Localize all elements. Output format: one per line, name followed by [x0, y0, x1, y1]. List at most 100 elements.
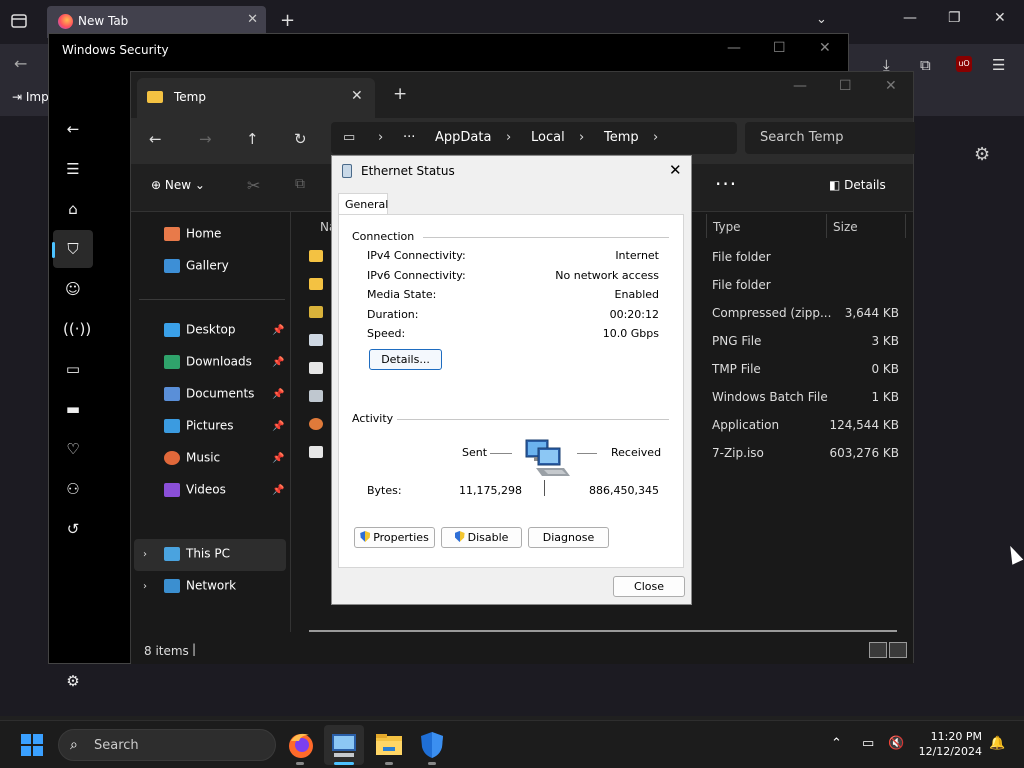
- sidebar-item-videos[interactable]: Videos: [164, 482, 226, 502]
- search-input[interactable]: Search Temp: [745, 122, 915, 154]
- close-tab-icon[interactable]: ✕: [247, 12, 258, 27]
- device-laptop-icon[interactable]: ▬: [63, 399, 83, 419]
- disable-button[interactable]: Disable: [441, 527, 522, 548]
- up-arrow-icon[interactable]: ↑: [246, 130, 259, 148]
- table-row-type[interactable]: Compressed (zipp...: [712, 306, 831, 320]
- family-icon[interactable]: ⚇: [63, 479, 83, 499]
- table-row-size[interactable]: 0 KB: [871, 362, 899, 376]
- table-row-type[interactable]: File folder: [712, 250, 771, 264]
- hamburger-menu-icon[interactable]: ☰: [992, 56, 1005, 74]
- table-row-type[interactable]: TMP File: [712, 362, 761, 376]
- explorer-tab-temp[interactable]: Temp ✕: [137, 78, 375, 118]
- column-size[interactable]: Size: [833, 220, 858, 234]
- column-separator[interactable]: [826, 214, 827, 238]
- column-separator[interactable]: [706, 214, 707, 238]
- close-button[interactable]: Close: [613, 576, 685, 597]
- forward-arrow-icon[interactable]: →: [199, 130, 212, 148]
- network-connections-app-icon[interactable]: [328, 729, 360, 761]
- close-window-icon[interactable]: ✕: [994, 10, 1006, 26]
- breadcrumb-appdata[interactable]: AppData: [435, 130, 491, 145]
- details-view-icon[interactable]: [869, 642, 887, 658]
- diagnose-button[interactable]: Diagnose: [528, 527, 609, 548]
- table-row-size[interactable]: 3 KB: [871, 334, 899, 348]
- taskbar-search-input[interactable]: ⌕ Search: [58, 729, 276, 761]
- minimize-icon[interactable]: —: [903, 10, 917, 26]
- table-row-type[interactable]: Application: [712, 418, 779, 432]
- table-row-type[interactable]: 7-Zip.iso: [712, 446, 764, 460]
- this-pc-icon[interactable]: ▭: [343, 130, 355, 145]
- new-button[interactable]: ⊕ New ⌄: [151, 178, 205, 192]
- gear-icon[interactable]: ⚙: [974, 144, 990, 165]
- new-tab-button[interactable]: +: [280, 10, 295, 31]
- sidebar-item-pictures[interactable]: Pictures: [164, 418, 234, 438]
- pin-icon[interactable]: 📌: [272, 453, 284, 464]
- notification-bell-icon[interactable]: 🔔: [989, 736, 1005, 751]
- sidebar-item-gallery[interactable]: Gallery: [164, 258, 229, 278]
- app-browser-icon[interactable]: ▭: [63, 359, 83, 379]
- health-heart-icon[interactable]: ♡: [63, 439, 83, 459]
- maximize-icon[interactable]: ☐: [773, 40, 786, 56]
- pin-icon[interactable]: 📌: [272, 421, 284, 432]
- history-icon[interactable]: ↺: [63, 519, 83, 539]
- import-bookmarks-link[interactable]: ⇥ Imp: [12, 90, 49, 104]
- restore-icon[interactable]: ❐: [948, 10, 961, 26]
- settings-gear-icon[interactable]: ⚙: [63, 671, 83, 691]
- sidebar-item-music[interactable]: Music: [164, 450, 220, 470]
- tiles-view-icon[interactable]: [889, 642, 907, 658]
- close-window-icon[interactable]: ✕: [885, 78, 897, 94]
- expand-chevron-icon[interactable]: ›: [143, 581, 147, 592]
- close-tab-icon[interactable]: ✕: [351, 88, 363, 104]
- new-tab-button[interactable]: +: [393, 84, 407, 104]
- breadcrumb-local[interactable]: Local: [531, 130, 565, 145]
- show-hidden-icons-chevron-icon[interactable]: ⌃: [831, 736, 842, 751]
- refresh-icon[interactable]: ↻: [294, 130, 307, 148]
- sidebar-item-this-pc[interactable]: This PC: [164, 546, 230, 566]
- column-separator[interactable]: [905, 214, 906, 238]
- expand-chevron-icon[interactable]: ›: [143, 549, 147, 560]
- pin-icon[interactable]: 📌: [272, 357, 284, 368]
- firefox-icon[interactable]: [285, 729, 317, 761]
- table-row-size[interactable]: 3,644 KB: [845, 306, 899, 320]
- sidebar-item-desktop[interactable]: Desktop: [164, 322, 236, 342]
- start-windows-icon[interactable]: [21, 734, 43, 756]
- back-arrow-icon[interactable]: ←: [149, 130, 162, 148]
- pin-icon[interactable]: 📌: [272, 485, 284, 496]
- home-icon[interactable]: ⌂: [63, 199, 83, 219]
- extensions-icon[interactable]: ⧉: [920, 56, 931, 74]
- close-window-icon[interactable]: ✕: [819, 40, 831, 56]
- cut-icon[interactable]: ✂: [247, 176, 260, 195]
- properties-button[interactable]: Properties: [354, 527, 435, 548]
- pin-icon[interactable]: 📌: [272, 325, 284, 336]
- table-row-type[interactable]: Windows Batch File: [712, 390, 828, 404]
- table-row-type[interactable]: PNG File: [712, 334, 761, 348]
- sidebar-item-documents[interactable]: Documents: [164, 386, 254, 406]
- clock[interactable]: 11:20 PM 12/12/2024: [910, 729, 982, 759]
- hamburger-menu-icon[interactable]: ☰: [63, 159, 83, 179]
- sidebar-item-network[interactable]: Network: [164, 578, 236, 598]
- table-row-size[interactable]: 124,544 KB: [829, 418, 899, 432]
- chevron-down-icon[interactable]: ⌄: [816, 12, 827, 27]
- column-type[interactable]: Type: [713, 220, 741, 234]
- minimize-icon[interactable]: —: [793, 78, 807, 94]
- sidebar-item-downloads[interactable]: Downloads: [164, 354, 252, 374]
- table-row-size[interactable]: 603,276 KB: [829, 446, 899, 460]
- tab-general[interactable]: General: [338, 193, 388, 215]
- close-icon[interactable]: ✕: [669, 161, 682, 179]
- back-arrow-icon[interactable]: ←: [63, 119, 83, 139]
- list-all-tabs-icon[interactable]: [10, 12, 28, 30]
- back-arrow-icon[interactable]: ←: [14, 54, 27, 73]
- details-button[interactable]: Details...: [369, 349, 442, 370]
- windows-security-shield-icon[interactable]: [416, 729, 448, 761]
- shield-icon[interactable]: ⛉: [63, 239, 83, 259]
- sidebar-item-home[interactable]: Home: [164, 226, 221, 246]
- table-row-size[interactable]: 1 KB: [871, 390, 899, 404]
- breadcrumb-temp[interactable]: Temp: [604, 130, 639, 145]
- pin-icon[interactable]: 📌: [272, 389, 284, 400]
- network-antenna-icon[interactable]: ((·)): [63, 319, 91, 339]
- maximize-icon[interactable]: ☐: [839, 78, 852, 94]
- copy-icon[interactable]: ⧉: [295, 176, 305, 192]
- details-pane-button[interactable]: ◧ Details: [829, 178, 886, 192]
- horizontal-scrollbar[interactable]: [309, 630, 897, 632]
- volume-muted-icon[interactable]: 🔇: [888, 736, 904, 751]
- table-row-type[interactable]: File folder: [712, 278, 771, 292]
